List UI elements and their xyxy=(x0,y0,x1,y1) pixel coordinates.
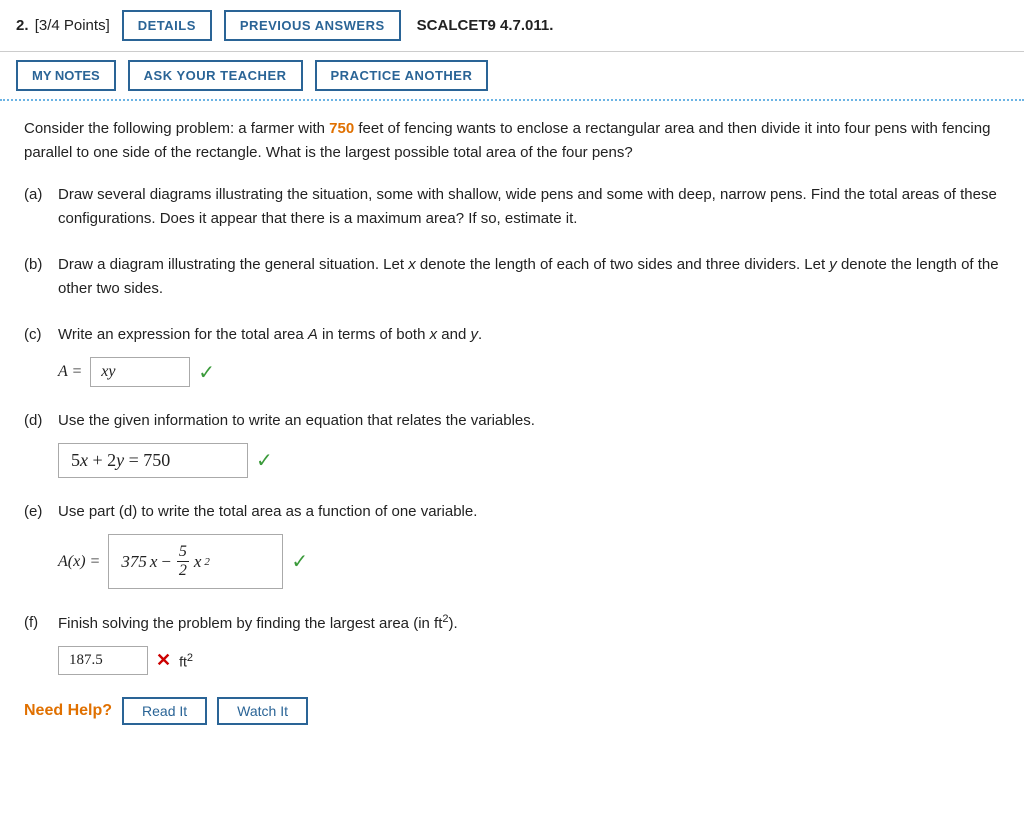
part-d-value: 5x + 2y = 750 xyxy=(71,450,170,470)
details-button[interactable]: DETAILS xyxy=(122,10,212,41)
need-help-section: Need Help? Read It Watch It xyxy=(24,697,1000,725)
part-c: (c) Write an expression for the total ar… xyxy=(24,323,1000,387)
part-e-input[interactable]: 375x − 5 2 x2 xyxy=(108,534,283,589)
part-d-letter: (d) xyxy=(24,409,48,433)
practice-another-button[interactable]: PRACTICE ANOTHER xyxy=(315,60,489,91)
part-e-answer: A(x) = 375x − 5 2 x2 ✓ xyxy=(58,534,308,589)
my-notes-button[interactable]: MY NOTES xyxy=(16,60,116,91)
problem-number: 2. [3/4 Points] xyxy=(16,17,110,34)
part-d-checkmark: ✓ xyxy=(256,448,273,473)
part-f: (f) Finish solving the problem by findin… xyxy=(24,611,1000,675)
part-f-text: Finish solving the problem by finding th… xyxy=(58,611,458,636)
part-e: (e) Use part (d) to write the total area… xyxy=(24,500,1000,589)
ask-teacher-button[interactable]: ASK YOUR TEACHER xyxy=(128,60,303,91)
part-e-value: 375x − 5 2 x2 xyxy=(121,543,210,580)
part-f-letter: (f) xyxy=(24,611,48,635)
part-f-input[interactable]: 187.5 xyxy=(58,646,148,675)
part-f-unit: ft2 xyxy=(179,652,193,670)
top-bar: 2. [3/4 Points] DETAILS PREVIOUS ANSWERS… xyxy=(0,0,1024,52)
part-e-letter: (e) xyxy=(24,500,48,524)
part-d-input[interactable]: 5x + 2y = 750 xyxy=(58,443,248,478)
part-c-prefix: A = xyxy=(58,363,82,381)
problem-id: SCALCET9 4.7.011. xyxy=(417,17,554,34)
part-d-text: Use the given information to write an eq… xyxy=(58,409,535,433)
problem-num-value: 2. xyxy=(16,17,29,34)
read-it-button[interactable]: Read It xyxy=(122,697,207,725)
part-c-input[interactable]: xy xyxy=(90,357,190,387)
previous-answers-button[interactable]: PREVIOUS ANSWERS xyxy=(224,10,401,41)
content-area: Consider the following problem: a farmer… xyxy=(0,101,1024,749)
part-a-letter: (a) xyxy=(24,183,48,207)
part-a-text: Draw several diagrams illustrating the s… xyxy=(58,183,1000,231)
need-help-label: Need Help? xyxy=(24,702,112,720)
part-b-text: Draw a diagram illustrating the general … xyxy=(58,253,1000,301)
part-b-letter: (b) xyxy=(24,253,48,277)
part-e-checkmark: ✓ xyxy=(291,549,308,574)
part-c-answer: A = xy ✓ xyxy=(58,357,215,387)
problem-intro: Consider the following problem: a farmer… xyxy=(24,117,1000,165)
part-c-checkmark: ✓ xyxy=(198,360,215,385)
highlight-value: 750 xyxy=(329,120,354,137)
part-f-answer: 187.5 ✕ ft2 xyxy=(58,646,193,675)
part-b: (b) Draw a diagram illustrating the gene… xyxy=(24,253,1000,301)
part-e-text: Use part (d) to write the total area as … xyxy=(58,500,477,524)
part-f-value: 187.5 xyxy=(69,652,103,668)
part-a: (a) Draw several diagrams illustrating t… xyxy=(24,183,1000,231)
part-c-letter: (c) xyxy=(24,323,48,347)
part-f-cross: ✕ xyxy=(156,650,171,671)
second-bar: MY NOTES ASK YOUR TEACHER PRACTICE ANOTH… xyxy=(0,52,1024,101)
part-d: (d) Use the given information to write a… xyxy=(24,409,1000,478)
part-e-prefix: A(x) = xyxy=(58,553,100,571)
part-c-text: Write an expression for the total area A… xyxy=(58,323,482,347)
part-d-answer: 5x + 2y = 750 ✓ xyxy=(58,443,273,478)
problem-points: [3/4 Points] xyxy=(35,17,110,34)
watch-it-button[interactable]: Watch It xyxy=(217,697,308,725)
